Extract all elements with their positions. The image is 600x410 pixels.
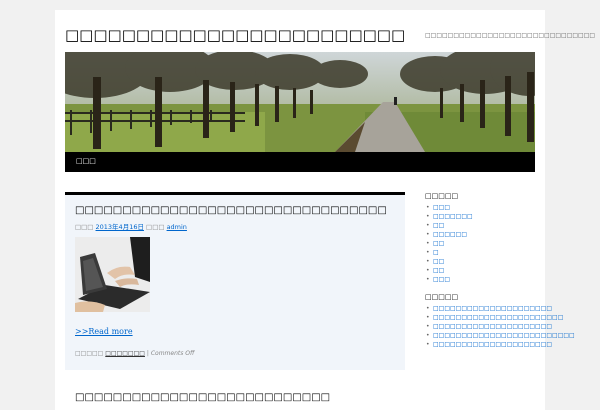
second-post-title[interactable]: □□□□□□□□□□□□□□□□□□□□□□□□□□□ [75,392,330,403]
recent-post-item[interactable]: □□□□□□□□□□□□□□□□□□□□□ [426,340,552,349]
category-item[interactable]: □□□□□□ [426,230,537,239]
category-item[interactable]: □□ [426,257,537,266]
post-author-link[interactable]: admin [167,223,187,231]
post-date-link[interactable]: 2013年4月16日 [96,223,144,231]
post-meta-prefix: □□□ [75,223,94,231]
recent-post-item[interactable]: □□□□□□□□□□□□□□□□□□□□□□□ [426,313,563,322]
recent-posts-list: □□□□□□□□□□□□□□□□□□□□□ □□□□□□□□□□□□□□□□□□… [425,304,575,349]
categories-widget-title: □□□□□ [425,192,459,200]
main-nav-bar: □□□ [65,152,535,172]
category-item[interactable]: □ [426,248,537,257]
site-title[interactable]: □□□□□□□□□□□□□□□□□□□□□□□□ [65,26,405,44]
categories-list: □□□ □□□□□□□ □□ □□□□□□ □□ □ □□ □□ □□□ [425,203,537,284]
post-entry: □□□□□□□□□□□□□□□□□□□□□□□□□□□□□□□□□ □□□ 20… [65,192,405,370]
post-thumbnail-image[interactable] [75,237,150,312]
category-item[interactable]: □□ [426,266,537,275]
category-item[interactable]: □□ [426,221,537,230]
header-banner-image [65,52,535,152]
recent-post-item[interactable]: □□□□□□□□□□□□□□□□□□□□□ [426,322,552,331]
sidebar: □□□□□ □□□ □□□□□□□ □□ □□□□□□ □□ □ □□ □□ □… [425,192,575,358]
nav-item-home[interactable]: □□□ [76,157,96,165]
tree-lined-road-image [65,52,535,152]
post-author-prefix: □□□ [146,223,165,231]
recent-posts-widget-title: □□□□□ [425,293,459,301]
post-category-prefix: □□□□□ [75,350,104,357]
site-tagline: □□□□□□□□□□□□□□□□□□□□□□□□□□□□□□ [425,32,596,39]
category-item[interactable]: □□ [426,239,537,248]
read-more-link[interactable]: >>Read more [75,327,133,336]
recent-post-item[interactable]: □□□□□□□□□□□□□□□□□□□□□ [426,304,552,313]
comments-off-text: Comments Off [150,350,195,357]
page-wrapper: □□□□□□□□□□□□□□□□□□□□□□□□ □□□□□□□□□□□□□□□… [55,10,595,410]
post-category-link[interactable]: □□□□□□□ [105,350,145,357]
post-footer-meta: □□□□□ □□□□□□□ | Comments Off [75,350,194,357]
category-item[interactable]: □□□ [426,275,537,284]
category-item[interactable]: □□□ [426,203,537,212]
category-item[interactable]: □□□□□□□ [426,212,537,221]
post-title[interactable]: □□□□□□□□□□□□□□□□□□□□□□□□□□□□□□□□□ [75,205,395,216]
recent-post-item[interactable]: □□□□□□□□□□□□□□□□□□□□□□□□□ [426,331,575,340]
post-meta: □□□ 2013年4月16日 □□□ admin [75,221,187,231]
laptop-typing-image [75,237,150,312]
post-footer-separator: | [146,350,149,357]
